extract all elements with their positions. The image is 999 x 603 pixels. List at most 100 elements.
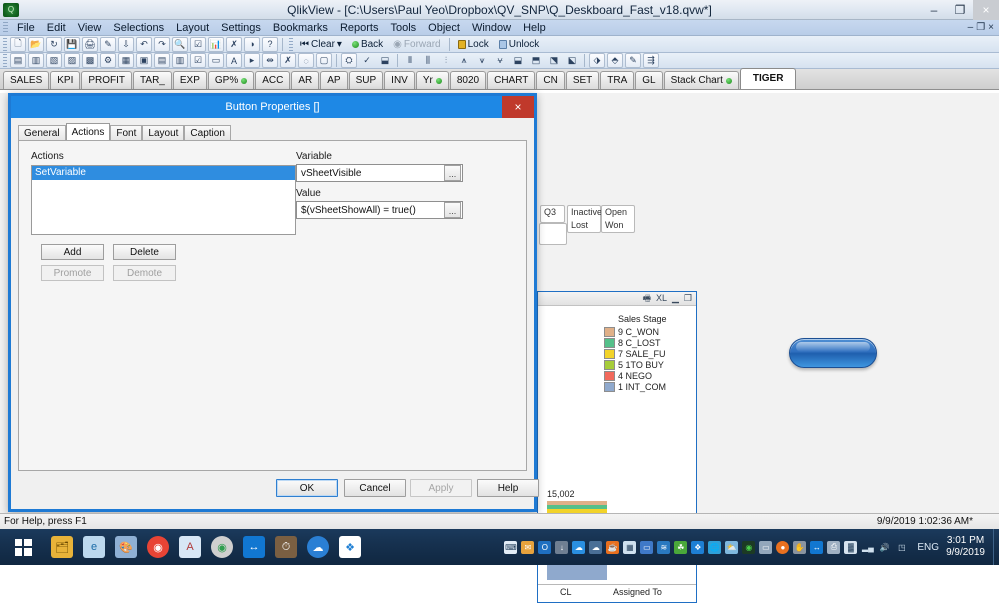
close-button[interactable]: × — [973, 0, 999, 20]
menu-item-edit[interactable]: Edit — [41, 20, 72, 36]
dialog-tab-caption[interactable]: Caption — [184, 125, 231, 140]
document-close-button[interactable]: × — [988, 22, 994, 33]
slider-object-icon[interactable]: ⇹ — [262, 53, 278, 68]
tray-monitor-icon[interactable]: ▭ — [757, 529, 774, 565]
listbox-blank[interactable] — [539, 223, 567, 245]
taskbar-file-explorer-icon[interactable]: 🗂 — [46, 529, 78, 565]
help-button[interactable]: Help — [477, 479, 539, 497]
tray-volume-icon[interactable]: 🔊 — [876, 529, 893, 565]
bring-front-icon[interactable]: ⬗ — [589, 53, 605, 68]
table-box-icon[interactable]: ▦ — [118, 53, 134, 68]
tray-dropbox-icon[interactable]: ❖ — [689, 529, 706, 565]
legend-item[interactable]: 9 C_WON — [604, 326, 667, 337]
maximize-icon[interactable]: ❐ — [684, 294, 692, 303]
taskbar-chrome-icon[interactable]: ◉ — [142, 529, 174, 565]
sheet-tab-kpi[interactable]: KPI — [50, 71, 81, 89]
clear-selections-icon[interactable]: ✗ — [226, 36, 242, 52]
sheet-tab-inv[interactable]: INV — [384, 71, 415, 89]
cancel-button[interactable]: Cancel — [344, 479, 406, 497]
value-expression-button[interactable]: ... — [444, 202, 461, 218]
search-object-icon[interactable]: ◌ — [298, 53, 314, 68]
document-restore-button[interactable]: ❐ — [976, 22, 985, 33]
add-action-button[interactable]: Add — [41, 244, 104, 260]
dialog-tab-layout[interactable]: Layout — [142, 125, 185, 140]
open-icon[interactable]: 📂 — [28, 36, 44, 52]
listbox-cell[interactable]: Won — [602, 219, 634, 232]
tray-qlik-icon[interactable]: ◉ — [740, 529, 757, 565]
taskbar-clock[interactable]: 3:01 PM 9/9/2019 — [946, 535, 993, 559]
sheet-tab-set[interactable]: SET — [565, 71, 600, 89]
legend-item[interactable]: 1 INT_COM — [604, 381, 667, 392]
value-field[interactable]: $(vSheetShowAll) = true() ... — [296, 201, 463, 219]
edit-expression-icon[interactable]: ✎ — [625, 53, 641, 68]
about-icon[interactable]: ◑ — [244, 36, 260, 52]
show-desktop-button[interactable] — [993, 529, 999, 565]
redo-icon[interactable]: ↷ — [154, 36, 170, 52]
actions-list-item-setvariable[interactable]: SetVariable — [32, 166, 295, 180]
container-icon[interactable]: ▢ — [316, 53, 332, 68]
dialog-tab-actions[interactable]: Actions — [65, 123, 111, 140]
legend-item[interactable]: 5 1TO BUY — [604, 359, 667, 370]
variable-field[interactable]: vSheetVisible ... — [296, 164, 463, 182]
tray-action-center-icon[interactable]: ◳ — [893, 529, 910, 565]
tray-signal-icon[interactable]: ▂▄ — [859, 529, 876, 565]
menu-item-tools[interactable]: Tools — [384, 20, 422, 36]
chart-icon[interactable]: 📊 — [208, 36, 224, 52]
menu-item-file[interactable]: File — [11, 20, 41, 36]
dialog-tab-general[interactable]: General — [18, 125, 66, 140]
edit-script-icon[interactable]: ✎ — [100, 36, 116, 52]
sheet-tab-gp-percent[interactable]: GP% — [207, 71, 255, 89]
start-button[interactable] — [0, 529, 46, 565]
dialog-tab-font[interactable]: Font — [110, 125, 143, 140]
sheet-tab-exp[interactable]: EXP — [172, 71, 207, 89]
undo-icon[interactable]: ↶ — [136, 36, 152, 52]
tray-mail-icon[interactable]: ✉ — [519, 529, 536, 565]
variable-browse-button[interactable]: ... — [444, 165, 461, 181]
promote-sheet-icon[interactable]: ▧ — [46, 53, 62, 68]
tray-teamviewer-icon[interactable]: ↔ — [808, 529, 825, 565]
minimize-icon[interactable]: ▁ — [672, 294, 679, 303]
tray-weather-icon[interactable]: ⛅ — [723, 529, 740, 565]
taskbar-document-icon[interactable]: A — [174, 529, 206, 565]
restore-button[interactable]: ❐ — [947, 0, 973, 20]
export-excel-icon[interactable]: XL — [656, 294, 667, 303]
clear-button[interactable]: ⏮ Clear ▾ — [295, 37, 347, 52]
sheet-tab-yr[interactable]: Yr — [415, 71, 449, 89]
layout-tool-icon[interactable]: ⛭ — [341, 53, 357, 68]
tray-hand-icon[interactable]: ✋ — [791, 529, 808, 565]
tray-display-icon[interactable]: ▭ — [638, 529, 655, 565]
button-object-icon[interactable]: ▸ — [244, 53, 260, 68]
lock-button[interactable]: Lock — [453, 37, 494, 52]
tray-java-icon[interactable]: ☕ — [604, 529, 621, 565]
value-input[interactable]: $(vSheetShowAll) = true() — [297, 205, 444, 216]
language-indicator[interactable]: ENG — [910, 542, 946, 553]
legend-item[interactable]: 8 C_LOST — [604, 337, 667, 348]
sheet-tab-acc[interactable]: ACC — [255, 71, 291, 89]
menu-item-reports[interactable]: Reports — [334, 20, 385, 36]
menu-item-layout[interactable]: Layout — [170, 20, 215, 36]
menu-item-object[interactable]: Object — [422, 20, 466, 36]
sheet-tab-ar[interactable]: AR — [291, 71, 320, 89]
sheet-tab-profit[interactable]: PROFIT — [81, 71, 133, 89]
menu-item-view[interactable]: View — [72, 20, 108, 36]
sheet-tab-cn[interactable]: CN — [536, 71, 565, 89]
sheet-tab-chart[interactable]: CHART — [487, 71, 536, 89]
help-cursor-icon[interactable]: ? — [262, 36, 278, 52]
tray-fish-icon[interactable]: ≋ — [655, 529, 672, 565]
demote-sheet-icon[interactable]: ▨ — [64, 53, 80, 68]
listbox-outcome[interactable]: Open Won — [601, 205, 635, 233]
sheet-tab-tiger[interactable]: TIGER — [739, 68, 797, 89]
tray-outlook-icon[interactable]: O — [536, 529, 553, 565]
menu-item-window[interactable]: Window — [466, 20, 517, 36]
legend-item[interactable]: 7 SALE_FU — [604, 348, 667, 359]
input-box-icon[interactable]: ▭ — [208, 53, 224, 68]
print-icon[interactable]: 🖷 — [642, 294, 651, 303]
print-icon[interactable]: 🖨 — [82, 36, 98, 52]
current-selections-icon[interactable]: ☑ — [190, 53, 206, 68]
refresh-icon[interactable]: ↻ — [46, 36, 62, 52]
taskbar-teamviewer-icon[interactable]: ↔ — [238, 529, 270, 565]
delete-action-button[interactable]: Delete — [113, 244, 176, 260]
multi-box-icon[interactable]: ▤ — [154, 53, 170, 68]
send-back-icon[interactable]: ⬘ — [607, 53, 623, 68]
design-toolbar-grip-icon[interactable] — [3, 54, 7, 67]
